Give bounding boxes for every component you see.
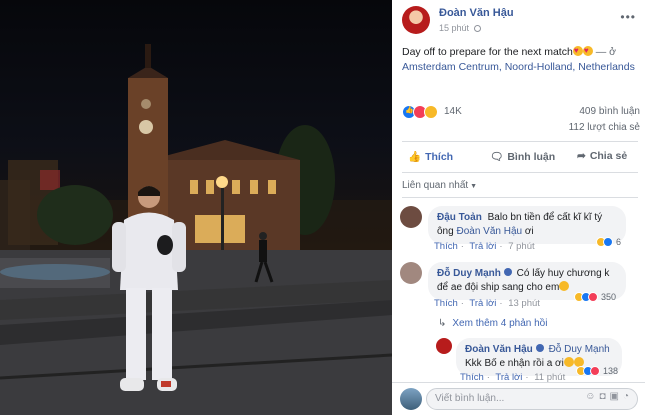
heart-eyes-emoji-icon [582, 43, 593, 58]
location-link[interactable]: Amsterdam Centrum, Noord-Holland, Nether… [402, 61, 635, 73]
reply-reaction-count: 138 [603, 366, 619, 376]
heart-eyes-emoji-icon [572, 43, 583, 58]
comment-meta: Thích · Trả lời · 13 phút [434, 298, 540, 309]
current-user-avatar [400, 388, 422, 410]
reply-reactions[interactable]: 138 [576, 366, 618, 380]
emoji-picker-icon[interactable]: ☺ [585, 391, 599, 402]
view-more-label: Xem thêm 4 phản hồi [452, 318, 548, 329]
share-label: Chia sẻ [589, 150, 628, 162]
post-photo[interactable] [0, 0, 392, 415]
post-header: Đoàn Văn Hậu 15 phút ••• [402, 4, 642, 34]
post-panel: Đoàn Văn Hậu 15 phút ••• Day off to prep… [392, 0, 645, 415]
post-timestamp[interactable]: 15 phút [439, 23, 481, 33]
comment-reactions[interactable]: 350 [574, 292, 616, 306]
love-reaction-icon [590, 366, 600, 376]
commenter-name[interactable]: Đậu Toản [437, 212, 482, 223]
commenter-name[interactable]: Đỗ Duy Mạnh [437, 268, 501, 279]
reaction-count[interactable]: 14K [444, 106, 462, 117]
divider [402, 172, 638, 173]
comment-item: Đậu Toản Balo bn tiền để cất kĩ kĩ tý ôn… [400, 206, 640, 256]
share-count[interactable]: 112 lượt chia sẻ [569, 122, 640, 133]
gif-icon[interactable]: ▣ [610, 391, 623, 402]
composer-tools: ☺◘▣◔ [585, 391, 633, 402]
author-avatar[interactable] [402, 6, 430, 34]
love-reaction-icon [588, 292, 598, 302]
like-label: Thích [425, 151, 454, 163]
comment-time[interactable]: 7 phút [508, 241, 534, 252]
like-button[interactable]: 👍 Thích [408, 150, 453, 163]
chevron-down-icon: ▼ [470, 183, 478, 190]
share-button[interactable]: ➦ Chia sẻ [577, 150, 627, 162]
reply-text-a: Kkk [465, 358, 482, 369]
replier-avatar[interactable] [436, 338, 452, 354]
reactions-summary: 14K 409 bình luận 112 lượt chia sẻ [402, 104, 642, 140]
comment-item: Đỗ Duy Mạnh Có lấy huy chương k để ae độ… [400, 262, 640, 312]
share-arrow-icon: ➦ [577, 150, 586, 162]
sticker-icon[interactable]: ◔ [623, 391, 633, 402]
comment-like-link[interactable]: Thích [434, 298, 458, 309]
comment-reply-link[interactable]: Trả lời [469, 241, 496, 252]
verified-badge-icon [503, 268, 512, 276]
post-text: Day off to prepare for the next match [402, 46, 573, 58]
post-actions: 👍 Thích 🗨 Bình luận ➦ Chia sẻ [402, 146, 638, 170]
comment-count[interactable]: 409 bình luận [579, 106, 640, 117]
reply-text-b: Bố e nhận rồi a ơi [484, 358, 564, 369]
replier-name[interactable]: Đoàn Văn Hậu [465, 344, 533, 355]
location-prefix: — ở [595, 46, 617, 58]
laughing-emoji-icon [563, 357, 574, 367]
thumbs-up-icon: 👍 [408, 151, 422, 163]
globe-icon [473, 25, 481, 32]
comment-reactions[interactable]: 6 [596, 237, 621, 251]
tagged-user-link[interactable]: Đoàn Văn Hậu [456, 226, 522, 237]
like-reaction-icon [603, 237, 613, 247]
sort-label: Liên quan nhất [402, 180, 469, 191]
comment-like-link[interactable]: Thích [434, 241, 458, 252]
verified-badge-icon [535, 344, 544, 352]
camera-icon[interactable]: ◘ [599, 391, 609, 402]
reply-item: Đoàn Văn Hậu Đỗ Duy Mạnh Kkk Bố e nhận r… [436, 338, 641, 383]
smile-emoji-icon [559, 281, 570, 291]
commenter-avatar[interactable] [400, 206, 422, 228]
comment-reaction-count: 350 [601, 292, 617, 302]
more-options-icon[interactable]: ••• [620, 10, 636, 24]
post-time-text: 15 phút [439, 23, 470, 33]
comment-text-suffix: ơi [524, 226, 534, 237]
comment-label: Bình luận [507, 151, 556, 163]
comment-input[interactable]: Viết bình luận... ☺◘▣◔ [426, 388, 638, 410]
photo-scene [0, 44, 392, 415]
divider [402, 141, 638, 142]
divider [402, 197, 638, 198]
view-more-replies-link[interactable]: ↳ Xem thêm 4 phản hồi [438, 318, 547, 329]
comment-meta: Thích · Trả lời · 7 phút [434, 241, 535, 252]
tagged-user-link[interactable]: Đỗ Duy Mạnh [549, 344, 610, 355]
comment-reply-link[interactable]: Trả lời [469, 298, 496, 309]
comment-composer: Viết bình luận... ☺◘▣◔ [392, 382, 645, 415]
comment-sort-dropdown[interactable]: Liên quan nhất ▼ [402, 180, 477, 191]
reply-arrow-icon: ↳ [438, 318, 447, 329]
speech-bubble-icon: 🗨 [490, 151, 504, 163]
post-body: Day off to prepare for the next match — … [402, 43, 638, 75]
comment-input-placeholder: Viết bình luận... [435, 393, 505, 404]
comment-reaction-count: 6 [616, 237, 622, 247]
haha-reaction-icon[interactable] [424, 105, 438, 119]
author-name[interactable]: Đoàn Văn Hậu [439, 7, 514, 19]
commenter-avatar[interactable] [400, 262, 422, 284]
comment-time[interactable]: 13 phút [508, 298, 540, 309]
